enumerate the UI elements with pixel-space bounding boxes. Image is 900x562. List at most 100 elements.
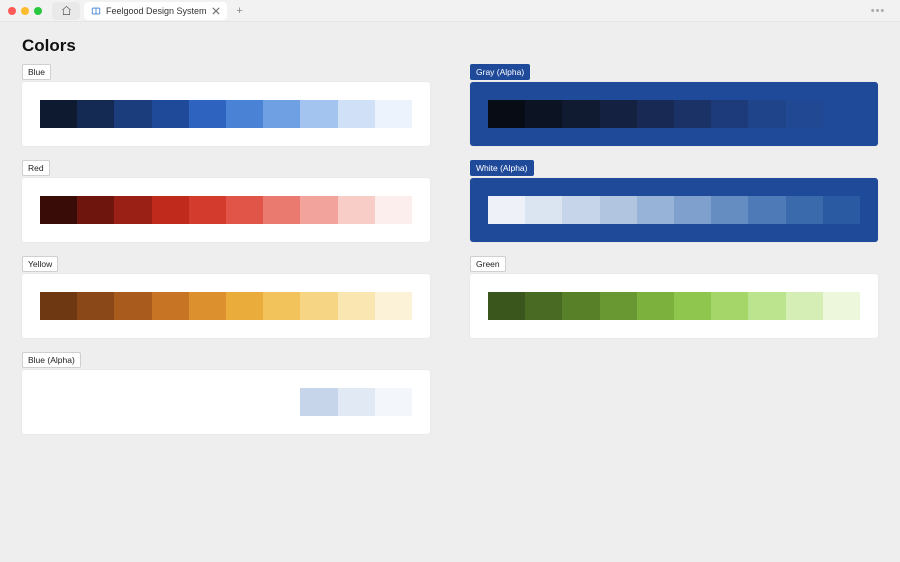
color-swatch[interactable] bbox=[40, 100, 77, 128]
color-swatch[interactable] bbox=[338, 100, 375, 128]
palette-card[interactable] bbox=[470, 178, 878, 242]
color-swatch[interactable] bbox=[40, 292, 77, 320]
swatch-row bbox=[40, 388, 412, 416]
canvas[interactable]: Colors BlueRedYellowBlue (Alpha) Gray (A… bbox=[0, 22, 900, 460]
home-button[interactable] bbox=[52, 2, 80, 20]
color-swatch[interactable] bbox=[600, 100, 637, 128]
document-tab[interactable]: Feelgood Design System bbox=[84, 2, 227, 20]
color-swatch[interactable] bbox=[114, 100, 151, 128]
color-swatch[interactable] bbox=[114, 292, 151, 320]
palette-label: Gray (Alpha) bbox=[470, 64, 530, 80]
color-swatch[interactable] bbox=[600, 292, 637, 320]
color-swatch[interactable] bbox=[189, 196, 226, 224]
color-swatch[interactable] bbox=[375, 292, 412, 320]
color-swatch[interactable] bbox=[152, 100, 189, 128]
color-swatch[interactable] bbox=[300, 292, 337, 320]
color-swatch[interactable] bbox=[637, 292, 674, 320]
color-swatch[interactable] bbox=[114, 196, 151, 224]
palette-group[interactable]: Green bbox=[470, 254, 878, 338]
color-swatch[interactable] bbox=[375, 196, 412, 224]
color-swatch[interactable] bbox=[637, 100, 674, 128]
color-swatch[interactable] bbox=[674, 292, 711, 320]
color-swatch[interactable] bbox=[488, 196, 525, 224]
color-swatch[interactable] bbox=[823, 100, 860, 128]
palette-group[interactable]: Red bbox=[22, 158, 430, 242]
color-swatch[interactable] bbox=[562, 196, 599, 224]
maximize-window-button[interactable] bbox=[34, 7, 42, 15]
color-swatch[interactable] bbox=[226, 196, 263, 224]
color-swatch[interactable] bbox=[152, 388, 189, 416]
color-swatch[interactable] bbox=[152, 292, 189, 320]
color-swatch[interactable] bbox=[786, 100, 823, 128]
color-swatch[interactable] bbox=[300, 196, 337, 224]
color-swatch[interactable] bbox=[189, 100, 226, 128]
color-swatch[interactable] bbox=[674, 100, 711, 128]
color-swatch[interactable] bbox=[674, 196, 711, 224]
color-swatch[interactable] bbox=[375, 100, 412, 128]
color-swatch[interactable] bbox=[226, 292, 263, 320]
palette-group[interactable]: Blue (Alpha) bbox=[22, 350, 430, 434]
color-swatch[interactable] bbox=[786, 196, 823, 224]
palette-group[interactable]: White (Alpha) bbox=[470, 158, 878, 242]
color-swatch[interactable] bbox=[300, 388, 337, 416]
color-swatch[interactable] bbox=[300, 100, 337, 128]
swatch-row bbox=[40, 196, 412, 224]
color-swatch[interactable] bbox=[263, 292, 300, 320]
close-window-button[interactable] bbox=[8, 7, 16, 15]
minimize-window-button[interactable] bbox=[21, 7, 29, 15]
palette-label: Red bbox=[22, 160, 50, 176]
color-swatch[interactable] bbox=[40, 196, 77, 224]
color-swatch[interactable] bbox=[375, 388, 412, 416]
palette-card[interactable] bbox=[22, 82, 430, 146]
color-swatch[interactable] bbox=[226, 100, 263, 128]
color-swatch[interactable] bbox=[711, 196, 748, 224]
color-swatch[interactable] bbox=[263, 388, 300, 416]
overflow-menu-button[interactable]: ••• bbox=[864, 2, 892, 20]
color-swatch[interactable] bbox=[77, 100, 114, 128]
color-swatch[interactable] bbox=[748, 292, 785, 320]
color-swatch[interactable] bbox=[152, 196, 189, 224]
color-swatch[interactable] bbox=[748, 196, 785, 224]
color-swatch[interactable] bbox=[77, 388, 114, 416]
color-swatch[interactable] bbox=[711, 292, 748, 320]
color-swatch[interactable] bbox=[40, 388, 77, 416]
palette-card[interactable] bbox=[470, 274, 878, 338]
color-swatch[interactable] bbox=[77, 196, 114, 224]
color-swatch[interactable] bbox=[263, 196, 300, 224]
color-swatch[interactable] bbox=[786, 292, 823, 320]
palette-group[interactable]: Yellow bbox=[22, 254, 430, 338]
titlebar: Feelgood Design System + ••• bbox=[0, 0, 900, 22]
palette-label: Blue bbox=[22, 64, 51, 80]
color-swatch[interactable] bbox=[525, 100, 562, 128]
new-tab-button[interactable]: + bbox=[231, 2, 249, 20]
palette-card[interactable] bbox=[470, 82, 878, 146]
color-swatch[interactable] bbox=[562, 100, 599, 128]
color-swatch[interactable] bbox=[189, 292, 226, 320]
color-swatch[interactable] bbox=[338, 196, 375, 224]
color-swatch[interactable] bbox=[189, 388, 226, 416]
palette-card[interactable] bbox=[22, 274, 430, 338]
color-swatch[interactable] bbox=[637, 196, 674, 224]
palette-card[interactable] bbox=[22, 178, 430, 242]
window-controls bbox=[8, 7, 42, 15]
color-swatch[interactable] bbox=[823, 292, 860, 320]
color-swatch[interactable] bbox=[77, 292, 114, 320]
color-swatch[interactable] bbox=[562, 292, 599, 320]
color-swatch[interactable] bbox=[114, 388, 151, 416]
color-swatch[interactable] bbox=[488, 292, 525, 320]
palette-card[interactable] bbox=[22, 370, 430, 434]
color-swatch[interactable] bbox=[338, 292, 375, 320]
color-swatch[interactable] bbox=[823, 196, 860, 224]
color-swatch[interactable] bbox=[600, 196, 637, 224]
close-tab-icon[interactable] bbox=[212, 7, 220, 15]
palette-group[interactable]: Gray (Alpha) bbox=[470, 62, 878, 146]
color-swatch[interactable] bbox=[226, 388, 263, 416]
color-swatch[interactable] bbox=[338, 388, 375, 416]
color-swatch[interactable] bbox=[488, 100, 525, 128]
color-swatch[interactable] bbox=[525, 292, 562, 320]
color-swatch[interactable] bbox=[263, 100, 300, 128]
color-swatch[interactable] bbox=[748, 100, 785, 128]
color-swatch[interactable] bbox=[525, 196, 562, 224]
palette-group[interactable]: Blue bbox=[22, 62, 430, 146]
color-swatch[interactable] bbox=[711, 100, 748, 128]
